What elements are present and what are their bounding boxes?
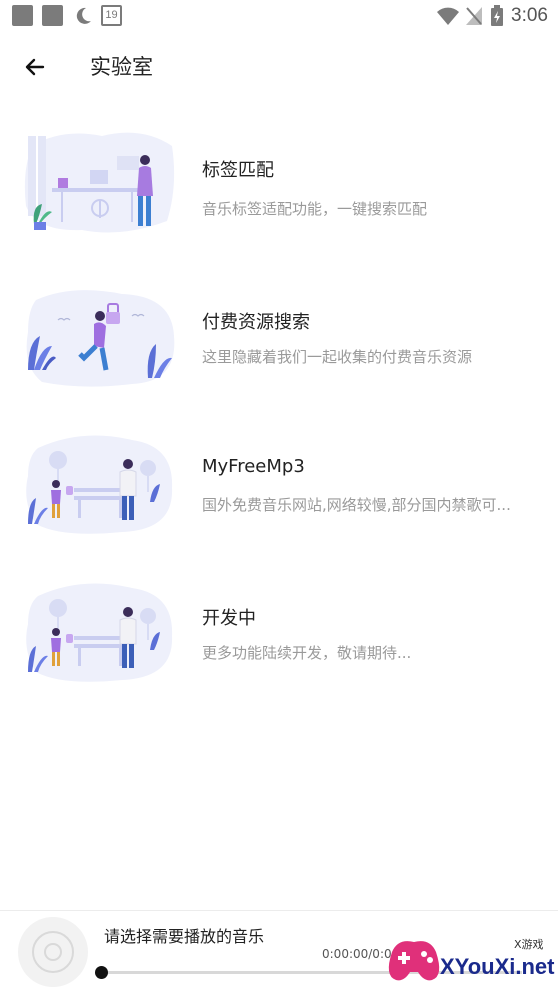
lab-item-name: 开发中	[202, 608, 256, 629]
office-desk-illustration	[24, 132, 175, 233]
park-bench-illustration	[26, 435, 173, 534]
seek-thumb[interactable]	[95, 966, 108, 979]
watermark: X游戏 XYouXi.net	[384, 932, 556, 990]
player-hint: 请选择需要播放的音乐	[104, 927, 265, 946]
lab-item-in-development[interactable]: 开发中 更多功能陆续开发，敬请期待...	[0, 580, 558, 710]
notification-icon	[12, 5, 33, 26]
lab-item-description: 音乐标签适配功能，一键搜索匹配	[202, 200, 428, 218]
moon-icon	[76, 7, 91, 24]
lab-item-name: 标签匹配	[202, 160, 274, 181]
lab-item-description: 更多功能陆续开发，敬请期待...	[202, 644, 412, 662]
arrow-left-icon	[25, 58, 45, 76]
running-woman-illustration	[26, 290, 175, 387]
status-bar: 19 3:06	[0, 0, 558, 32]
battery-charging-icon	[491, 5, 503, 26]
park-bench-illustration	[26, 583, 173, 682]
calendar-icon: 19	[101, 5, 122, 26]
back-button[interactable]	[14, 46, 56, 88]
watermark-sub: X游戏	[514, 938, 544, 951]
album-disc-icon[interactable]	[18, 917, 88, 987]
watermark-text: XYouXi.net	[440, 954, 555, 979]
calendar-day: 19	[105, 9, 118, 21]
signal-off-icon	[466, 7, 482, 25]
page-title: 实验室	[90, 55, 153, 79]
lab-item-name: 付费资源搜索	[202, 312, 310, 333]
lab-item-paid-search[interactable]: 付费资源搜索 这里隐藏着我们一起收集的付费音乐资源	[0, 286, 558, 416]
lab-item-myfreemp3[interactable]: MyFreeMp3 国外免费音乐网站,网络较慢,部分国内禁歌可...	[0, 432, 558, 562]
gamepad-logo-icon	[388, 941, 440, 981]
status-time: 3:06	[511, 5, 548, 26]
lab-item-description: 这里隐藏着我们一起收集的付费音乐资源	[202, 348, 473, 366]
lab-item-description: 国外免费音乐网站,网络较慢,部分国内禁歌可...	[202, 496, 511, 514]
notification-icon	[42, 5, 63, 26]
lab-item-tag-match[interactable]: 标签匹配 音乐标签适配功能，一键搜索匹配	[0, 126, 558, 256]
lab-item-name: MyFreeMp3	[202, 456, 305, 477]
toolbar: 实验室	[0, 36, 558, 96]
wifi-icon	[437, 7, 459, 25]
